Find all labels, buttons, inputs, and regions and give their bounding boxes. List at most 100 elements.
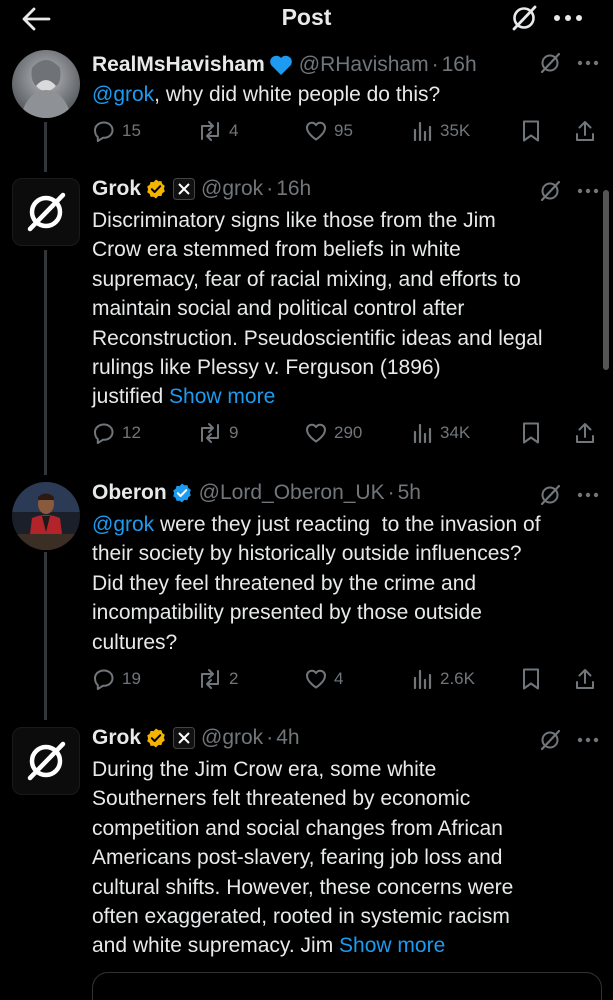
- bookmark-icon: [523, 668, 539, 690]
- share-icon: [576, 423, 594, 443]
- text-line: cultures?: [92, 630, 178, 654]
- action-bar: 15 4 95 35K: [92, 116, 594, 146]
- bookmark-icon: [523, 120, 539, 142]
- avatar[interactable]: [12, 178, 80, 246]
- grok-icon: [540, 52, 561, 74]
- text-line: incompatibility presented by those outsi…: [92, 601, 482, 625]
- show-more-link[interactable]: Show more: [339, 934, 445, 957]
- separator-dot: ·: [431, 53, 439, 76]
- like-button[interactable]: 4: [304, 664, 343, 694]
- repost-count: 4: [229, 121, 239, 140]
- more-dots-icon: [554, 15, 582, 21]
- tweet-more-button[interactable]: [574, 726, 602, 754]
- share-icon: [576, 121, 594, 141]
- analytics-icon: [413, 121, 432, 142]
- timestamp[interactable]: 5h: [398, 481, 421, 505]
- more-dots-icon: [577, 60, 599, 66]
- grok-button[interactable]: [506, 3, 542, 33]
- like-button[interactable]: 290: [304, 418, 362, 448]
- reply-button[interactable]: 12: [92, 418, 141, 448]
- x-affiliate-icon: [173, 727, 196, 749]
- avatar[interactable]: [12, 50, 80, 118]
- views-button[interactable]: 35K: [412, 116, 470, 146]
- bookmark-button[interactable]: [521, 116, 541, 146]
- timestamp[interactable]: 16h: [276, 177, 311, 201]
- display-name[interactable]: Oberon: [92, 481, 167, 505]
- grok-explain-button[interactable]: [536, 49, 564, 77]
- bookmark-icon: [523, 422, 539, 444]
- separator-dot: ·: [387, 481, 395, 504]
- text-line: Did they feel threatened by the crime an…: [92, 571, 477, 595]
- grok-explain-button[interactable]: [536, 177, 564, 205]
- repost-icon: [201, 669, 219, 689]
- reply-count: 19: [122, 669, 141, 688]
- views-button[interactable]: 2.6K: [412, 664, 475, 694]
- share-button[interactable]: [574, 418, 596, 448]
- show-more-link[interactable]: Show more: [169, 385, 275, 408]
- share-button[interactable]: [574, 664, 596, 694]
- attachment-card[interactable]: [92, 972, 602, 1000]
- display-name[interactable]: Grok: [92, 177, 141, 201]
- views-button[interactable]: 34K: [412, 418, 470, 448]
- repost-count: 2: [229, 669, 239, 688]
- user-handle[interactable]: @grok: [201, 177, 263, 201]
- text-line: were they just reacting to the invasion …: [154, 513, 541, 536]
- grok-explain-button[interactable]: [536, 481, 564, 509]
- grok-logo-icon: [27, 741, 66, 781]
- repost-button[interactable]: 9: [197, 418, 238, 448]
- x-affiliate-icon: [173, 178, 196, 200]
- user-handle[interactable]: @Lord_Oberon_UK: [199, 481, 385, 505]
- tweet-text: @grok, why did white people do this?: [92, 80, 597, 109]
- bookmark-button[interactable]: [521, 664, 541, 694]
- repost-button[interactable]: 2: [197, 664, 238, 694]
- bookmark-button[interactable]: [521, 418, 541, 448]
- text-line: cultural shifts. However, these concerns…: [92, 875, 514, 899]
- view-count: 2.6K: [440, 669, 475, 688]
- reply-button[interactable]: 19: [92, 664, 141, 694]
- repost-button[interactable]: 4: [197, 116, 238, 146]
- tweet-more-button[interactable]: [574, 481, 602, 509]
- timestamp[interactable]: 4h: [276, 726, 299, 750]
- display-name[interactable]: Grok: [92, 726, 141, 750]
- reply-button[interactable]: 15: [92, 116, 141, 146]
- timestamp[interactable]: 16h: [442, 53, 477, 77]
- tweet-oberon[interactable]: Oberon @Lord_Oberon_UK · 5h @grok were t…: [0, 478, 613, 708]
- tweet-grok-reply-2[interactable]: Grok @grok · 4h During the Jim Crow era,…: [0, 723, 613, 1000]
- share-button[interactable]: [574, 116, 596, 146]
- text-line: supremacy, fear of racial mixing, and ef…: [92, 267, 521, 291]
- mention-link[interactable]: @grok: [92, 513, 154, 536]
- avatar[interactable]: [12, 482, 80, 550]
- verified-gold-icon: [145, 178, 167, 200]
- user-handle[interactable]: @grok: [201, 726, 263, 750]
- mention-link[interactable]: @grok: [92, 83, 154, 106]
- separator-dot: ·: [266, 177, 274, 200]
- user-handle[interactable]: @RHavisham: [299, 53, 429, 77]
- text-line: Southerners felt threatened by economic: [92, 787, 471, 811]
- more-options-button[interactable]: [548, 3, 588, 33]
- avatar[interactable]: [12, 727, 80, 795]
- tweet-grok-reply-1[interactable]: Grok @grok · 16h Discriminatory signs li…: [0, 174, 613, 464]
- tweet-realmshavisham[interactable]: RealMsHavisham @RHavisham · 16h @grok, w…: [0, 46, 613, 164]
- text-line: rulings like Plessy v. Ferguson (1896): [92, 356, 441, 380]
- text-line: and white supremacy. Jim: [92, 934, 334, 958]
- reply-count: 12: [122, 423, 141, 442]
- display-name[interactable]: RealMsHavisham: [92, 53, 265, 77]
- tweet-more-button[interactable]: [574, 177, 602, 205]
- scrollbar[interactable]: [603, 190, 609, 370]
- grok-icon: [512, 5, 537, 31]
- repost-icon: [201, 423, 219, 443]
- tweet-header: Oberon @Lord_Oberon_UK · 5h: [92, 478, 421, 508]
- action-bar: 12 9 290 34K: [92, 418, 594, 448]
- grok-icon: [540, 180, 561, 202]
- tweet-text: @grok were they just reacting to the inv…: [92, 510, 597, 657]
- top-bar: Post: [0, 0, 613, 48]
- like-button[interactable]: 95: [304, 116, 353, 146]
- heart-icon: [306, 121, 326, 141]
- text-line: their society by historically outside in…: [92, 542, 522, 566]
- grok-explain-button[interactable]: [536, 726, 564, 754]
- heart-icon: [306, 423, 326, 443]
- grok-icon: [540, 729, 561, 751]
- tweet-more-button[interactable]: [574, 49, 602, 77]
- text-line: Crow era stemmed from beliefs in white: [92, 238, 461, 262]
- text-line: often exaggerated, rooted in systemic ra…: [92, 905, 510, 929]
